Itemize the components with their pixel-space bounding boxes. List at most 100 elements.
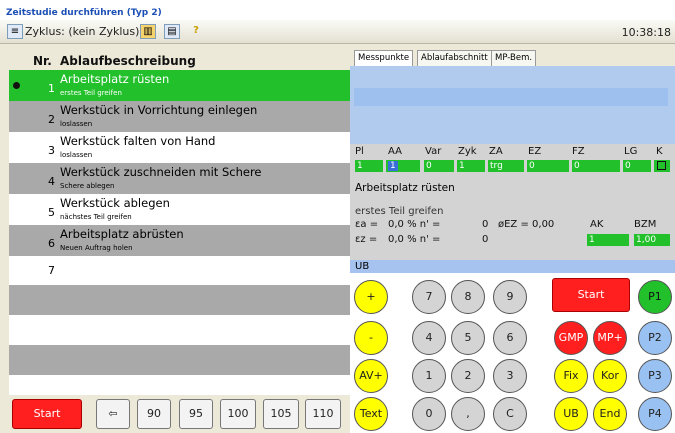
field-ez[interactable]: 0 (527, 160, 569, 172)
label-bzm: BZM (634, 219, 657, 230)
item-title: Werkstück falten von Hand (60, 134, 216, 148)
window-title: Zeitstudie durchführen (Typ 2) (0, 0, 675, 20)
list-item-empty[interactable] (9, 345, 350, 375)
field-za[interactable]: trg (488, 160, 524, 172)
checkbox-icon (657, 161, 666, 170)
measurement-panel: Messpunkte Ablaufabschnitt MP-Bem. Pl AA… (350, 44, 675, 433)
header-description: Ablaufbeschreibung (60, 54, 196, 68)
digit-8-button[interactable]: 8 (451, 280, 485, 314)
list-item-empty[interactable] (9, 315, 350, 345)
checkbox-k[interactable] (654, 160, 670, 172)
cycle-menu-icon[interactable]: ≡ (7, 24, 23, 39)
list-item-4[interactable]: 4 Werkstück zuschneiden mit Schere Scher… (9, 163, 350, 194)
field-aa[interactable]: 1 (386, 160, 420, 172)
start-measure-button[interactable]: Start (552, 278, 630, 312)
field-grid: Pl AA Var Zyk ZA EZ FZ LG K 1 1 0 1 trg … (350, 144, 675, 260)
plus-button[interactable]: + (354, 280, 388, 314)
clear-button[interactable]: C (493, 397, 527, 431)
cycle-dropdown[interactable]: Zyklus: (kein Zyklus) (25, 25, 139, 38)
comma-button[interactable]: , (451, 397, 485, 431)
gmp-button[interactable]: GMP (554, 321, 588, 355)
fix-button[interactable]: Fix (554, 359, 588, 393)
item-subtitle: erstes Teil greifen (60, 89, 122, 97)
text-button[interactable]: Text (354, 397, 388, 431)
item-number: 6 (48, 237, 55, 250)
oez-value: øEZ = 0,00 (498, 219, 555, 230)
tab-messpunkte[interactable]: Messpunkte (354, 50, 414, 66)
field-pl[interactable]: 1 (355, 160, 383, 172)
digit-2-button[interactable]: 2 (451, 359, 485, 393)
field-fz[interactable]: 0 (572, 160, 620, 172)
item-title: Arbeitsplatz rüsten (60, 72, 170, 86)
item-title: Werkstück zuschneiden mit Schere (60, 165, 262, 179)
back-arrow-icon[interactable]: ⇦ (96, 399, 130, 429)
tab-strip: Messpunkte Ablaufabschnitt MP-Bem. (350, 50, 675, 66)
digit-5-button[interactable]: 5 (451, 321, 485, 355)
start-button[interactable]: Start (12, 399, 82, 429)
digit-9-button[interactable]: 9 (493, 280, 527, 314)
list-item-2[interactable]: 2 Werkstück in Vorrichtung einlegen losl… (9, 101, 350, 132)
item-subtitle: loslassen (60, 151, 93, 159)
rating-100-button[interactable]: 100 (220, 399, 256, 429)
p3-button[interactable]: P3 (638, 359, 672, 393)
field-zyk[interactable]: 1 (457, 160, 485, 172)
digit-3-button[interactable]: 3 (493, 359, 527, 393)
field-aa-value: 1 (388, 161, 398, 171)
label-aa: AA (388, 146, 402, 157)
label-zyk: Zyk (458, 146, 477, 157)
list-item-7[interactable]: 7 (9, 256, 350, 287)
label-ak: AK (590, 219, 604, 230)
help-icon[interactable]: ? (188, 24, 204, 39)
digit-0-button[interactable]: 0 (412, 397, 446, 431)
sequence-list: Nr. Ablaufbeschreibung 1 Arbeitsplatz rü… (0, 50, 350, 395)
item-title: Werkstück in Vorrichtung einlegen (60, 103, 258, 117)
list-item-6[interactable]: 6 Arbeitsplatz abrüsten Neuen Auftrag ho… (9, 225, 350, 256)
p4-button[interactable]: P4 (638, 397, 672, 431)
list-item-1[interactable]: 1 Arbeitsplatz rüsten erstes Teil greife… (9, 70, 350, 101)
field-var[interactable]: 0 (424, 160, 454, 172)
epsilon-a-value: 0,0 % n' = (388, 219, 441, 230)
item-subtitle: Schere ablegen (60, 182, 115, 190)
toolbar: ≡ Zyklus: (kein Zyklus) ▥ ▤ ? 10:38:18 (0, 20, 675, 44)
label-fz: FZ (572, 146, 585, 157)
digit-4-button[interactable]: 4 (412, 321, 446, 355)
clock-time: 10:38:18 (621, 26, 671, 39)
list-item-empty[interactable] (9, 375, 350, 395)
field-ak[interactable]: 1 (587, 234, 629, 246)
window-icon[interactable]: ▤ (164, 24, 180, 39)
field-lg[interactable]: 0 (623, 160, 651, 172)
measurement-row[interactable] (354, 88, 668, 106)
p2-button[interactable]: P2 (638, 321, 672, 355)
item-number: 1 (48, 82, 55, 95)
rating-90-button[interactable]: 90 (137, 399, 171, 429)
item-title: Werkstück ablegen (60, 196, 170, 210)
end-button[interactable]: End (593, 397, 627, 431)
p1-button[interactable]: P1 (638, 280, 672, 314)
digit-7-button[interactable]: 7 (412, 280, 446, 314)
label-lg: LG (624, 146, 638, 157)
tab-mp-bem[interactable]: MP-Bem. (491, 50, 537, 66)
minus-button[interactable]: - (354, 321, 388, 355)
field-bzm[interactable]: 1,00 (634, 234, 670, 246)
label-za: ZA (489, 146, 503, 157)
digit-6-button[interactable]: 6 (493, 321, 527, 355)
tab-ablaufabschnitt[interactable]: Ablaufabschnitt (417, 50, 492, 66)
list-item-empty[interactable] (9, 285, 350, 315)
mp-plus-button[interactable]: MP+ (593, 321, 627, 355)
item-subtitle: Neuen Auftrag holen (60, 244, 133, 252)
rating-95-button[interactable]: 95 (179, 399, 213, 429)
ub-bar: UB (350, 260, 675, 273)
n-prime-a-value: 0 (482, 219, 489, 230)
n-prime-z-value: 0 (482, 234, 489, 245)
ub-button[interactable]: UB (554, 397, 588, 431)
rating-105-button[interactable]: 105 (263, 399, 299, 429)
rating-bar: Start ⇦ 90 95 100 105 110 (0, 395, 350, 433)
epsilon-z-value: 0,0 % n' = (388, 234, 441, 245)
list-item-3[interactable]: 3 Werkstück falten von Hand loslassen (9, 132, 350, 163)
av-plus-button[interactable]: AV+ (354, 359, 388, 393)
book-icon[interactable]: ▥ (140, 24, 156, 39)
kor-button[interactable]: Kor (593, 359, 627, 393)
digit-1-button[interactable]: 1 (412, 359, 446, 393)
rating-110-button[interactable]: 110 (305, 399, 341, 429)
list-item-5[interactable]: 5 Werkstück ablegen nächstes Teil greife… (9, 194, 350, 225)
